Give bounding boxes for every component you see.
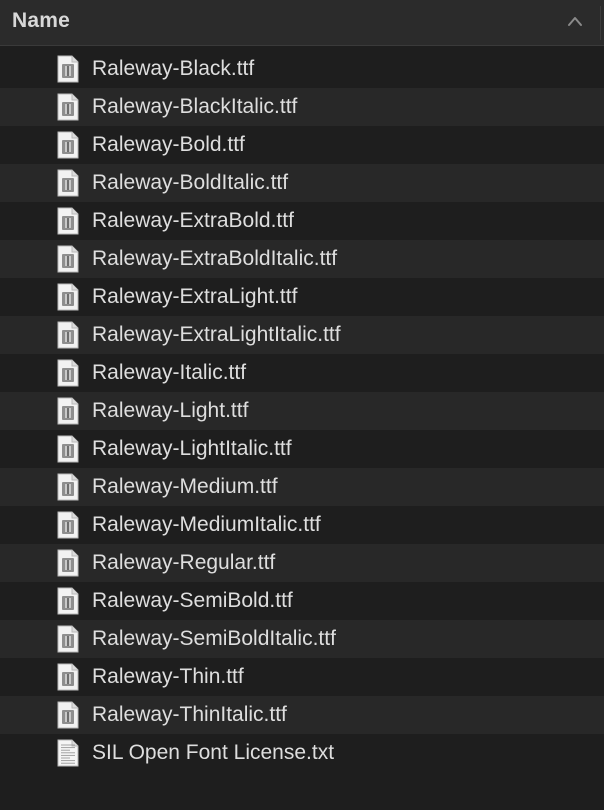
file-name[interactable]: Raleway-Black.ttf: [92, 56, 254, 82]
file-list: Raleway-Black.ttf Raleway-BlackItalic.ttf…: [0, 50, 604, 772]
file-row[interactable]: Raleway-LightItalic.ttf: [0, 430, 604, 468]
font-file-icon: [56, 701, 80, 729]
text-file-icon: [56, 739, 80, 767]
file-name[interactable]: Raleway-MediumItalic.ttf: [92, 512, 321, 538]
font-file-icon: [56, 625, 80, 653]
font-file-icon: [56, 169, 80, 197]
file-name[interactable]: Raleway-ExtraBoldItalic.ttf: [92, 246, 337, 272]
file-row[interactable]: Raleway-SemiBold.ttf: [0, 582, 604, 620]
file-name[interactable]: Raleway-Bold.ttf: [92, 132, 245, 158]
font-file-icon: [56, 321, 80, 349]
file-name[interactable]: Raleway-ThinItalic.ttf: [92, 702, 287, 728]
font-file-icon: [56, 435, 80, 463]
file-name[interactable]: Raleway-Medium.ttf: [92, 474, 278, 500]
file-row[interactable]: Raleway-Thin.ttf: [0, 658, 604, 696]
font-file-icon: [56, 207, 80, 235]
file-row[interactable]: Raleway-BoldItalic.ttf: [0, 164, 604, 202]
file-name[interactable]: Raleway-BoldItalic.ttf: [92, 170, 288, 196]
font-file-icon: [56, 283, 80, 311]
file-row[interactable]: Raleway-ExtraLight.ttf: [0, 278, 604, 316]
file-row[interactable]: Raleway-ExtraBoldItalic.ttf: [0, 240, 604, 278]
font-file-icon: [56, 587, 80, 615]
font-file-icon: [56, 397, 80, 425]
font-file-icon: [56, 131, 80, 159]
font-file-icon: [56, 359, 80, 387]
file-row[interactable]: Raleway-ExtraLightItalic.ttf: [0, 316, 604, 354]
file-name[interactable]: Raleway-ExtraLight.ttf: [92, 284, 297, 310]
file-row[interactable]: Raleway-BlackItalic.ttf: [0, 88, 604, 126]
file-row[interactable]: Raleway-Bold.ttf: [0, 126, 604, 164]
file-row[interactable]: Raleway-ExtraBold.ttf: [0, 202, 604, 240]
font-file-icon: [56, 511, 80, 539]
font-file-icon: [56, 245, 80, 273]
file-name[interactable]: Raleway-SemiBold.ttf: [92, 588, 293, 614]
file-name[interactable]: Raleway-ExtraLightItalic.ttf: [92, 322, 341, 348]
name-column-label[interactable]: Name: [12, 9, 70, 33]
font-file-icon: [56, 473, 80, 501]
file-name[interactable]: Raleway-Italic.ttf: [92, 360, 246, 386]
file-row[interactable]: Raleway-SemiBoldItalic.ttf: [0, 620, 604, 658]
font-file-icon: [56, 55, 80, 83]
file-name[interactable]: Raleway-BlackItalic.ttf: [92, 94, 297, 120]
font-file-icon: [56, 663, 80, 691]
file-name[interactable]: Raleway-Light.ttf: [92, 398, 248, 424]
font-file-icon: [56, 549, 80, 577]
file-row[interactable]: Raleway-Light.ttf: [0, 392, 604, 430]
column-divider[interactable]: [600, 6, 601, 40]
file-row[interactable]: SIL Open Font License.txt: [0, 734, 604, 772]
file-row[interactable]: Raleway-Regular.ttf: [0, 544, 604, 582]
font-file-icon: [56, 93, 80, 121]
file-row[interactable]: Raleway-Black.ttf: [0, 50, 604, 88]
file-row[interactable]: Raleway-MediumItalic.ttf: [0, 506, 604, 544]
column-header[interactable]: Name: [0, 0, 604, 46]
file-row[interactable]: Raleway-Medium.ttf: [0, 468, 604, 506]
file-name[interactable]: Raleway-Regular.ttf: [92, 550, 275, 576]
file-name[interactable]: SIL Open Font License.txt: [92, 740, 334, 766]
file-name[interactable]: Raleway-ExtraBold.ttf: [92, 208, 294, 234]
file-name[interactable]: Raleway-Thin.ttf: [92, 664, 244, 690]
file-row[interactable]: Raleway-ThinItalic.ttf: [0, 696, 604, 734]
file-row[interactable]: Raleway-Italic.ttf: [0, 354, 604, 392]
chevron-up-icon[interactable]: [566, 14, 584, 28]
file-name[interactable]: Raleway-SemiBoldItalic.ttf: [92, 626, 336, 652]
file-name[interactable]: Raleway-LightItalic.ttf: [92, 436, 292, 462]
